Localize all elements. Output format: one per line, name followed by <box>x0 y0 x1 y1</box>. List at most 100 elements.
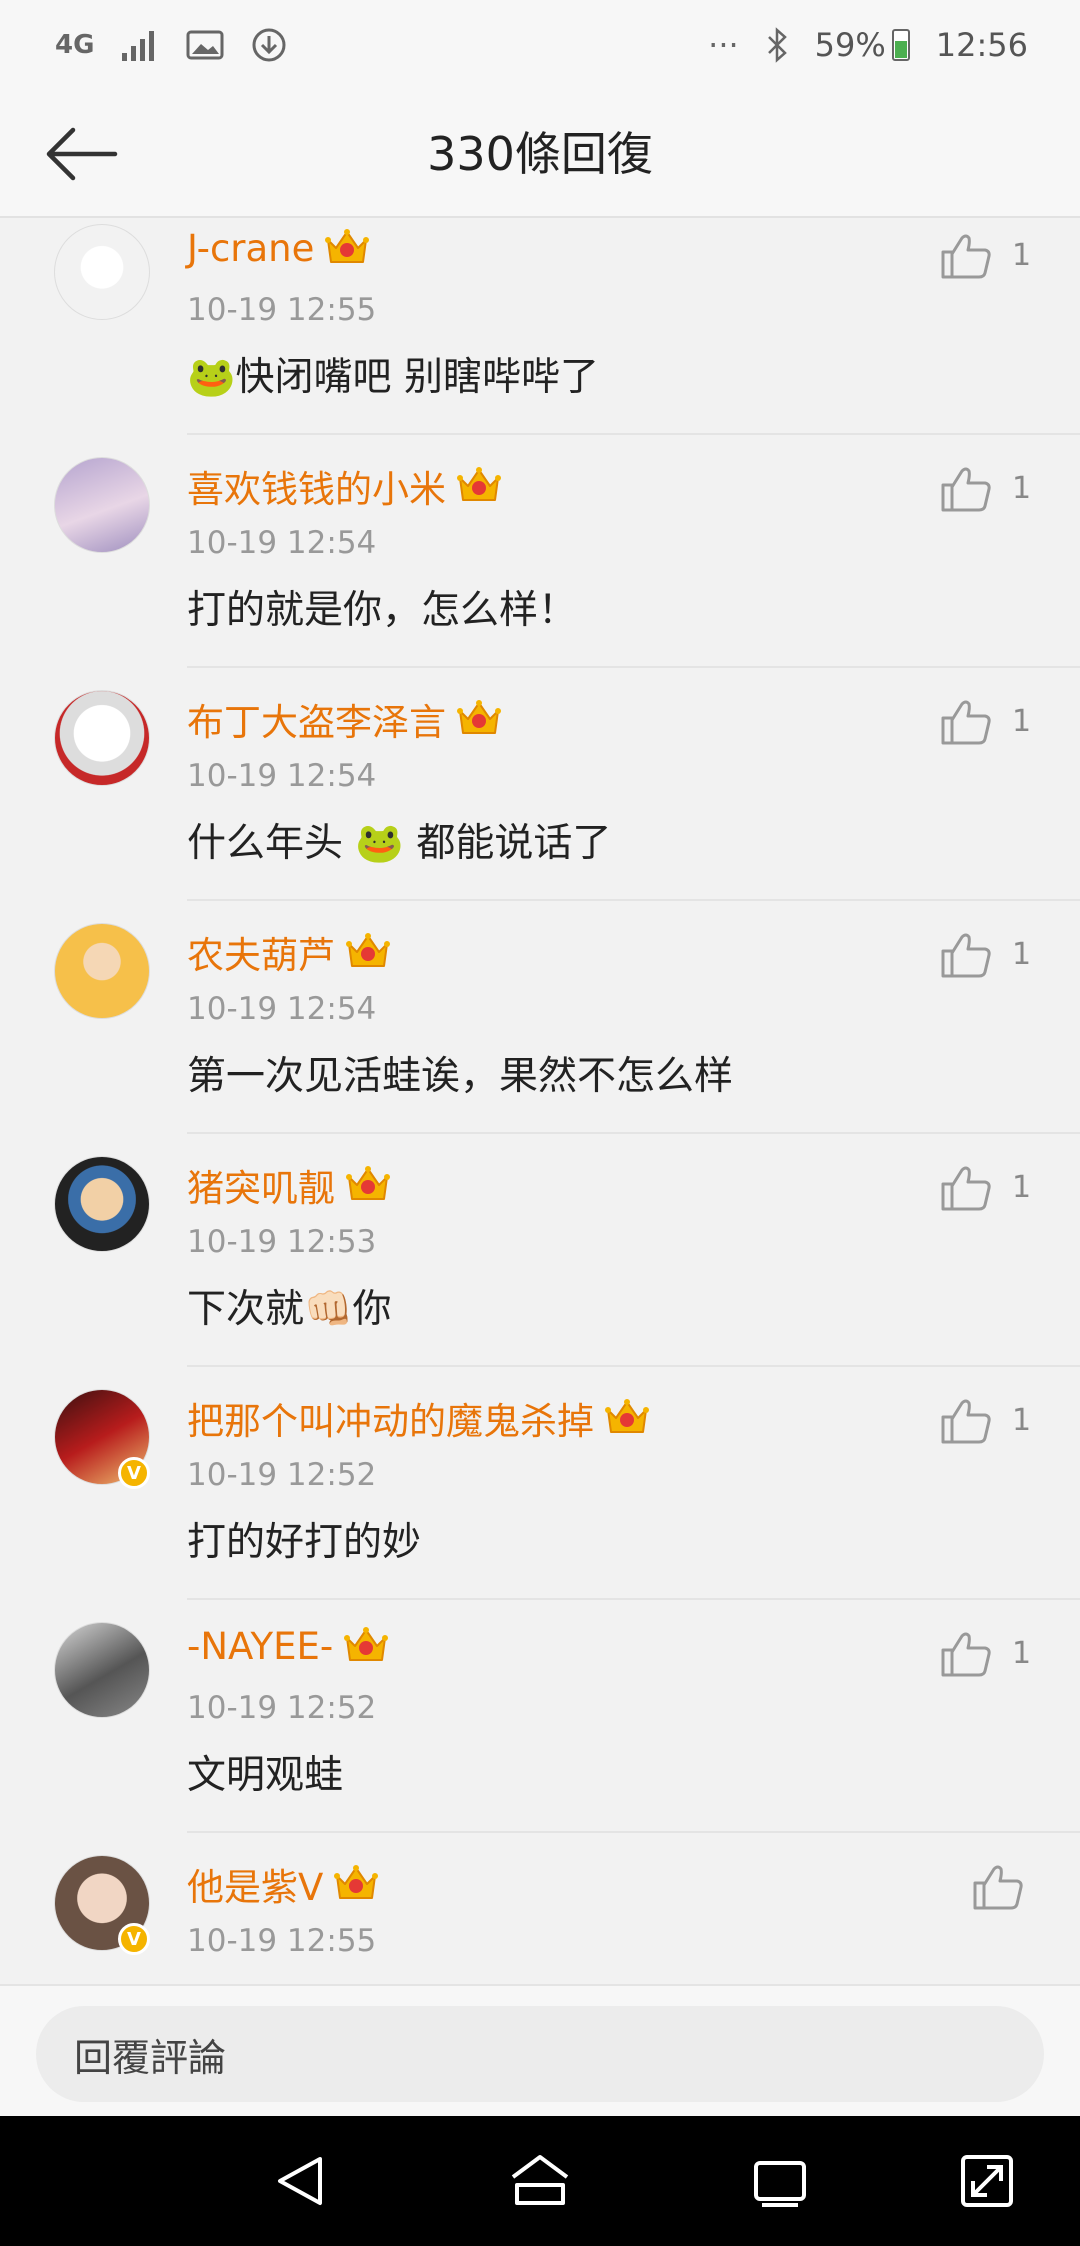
comment-item[interactable]: 猪突叽靓 10-19 12:53 下次就👊🏻你 1 <box>0 1134 1080 1367</box>
more-icon: ··· <box>708 26 739 64</box>
network-type-icon: 4G <box>55 30 95 60</box>
recents-icon <box>754 2161 806 2207</box>
home-icon <box>511 2155 569 2205</box>
thumbs-up-icon <box>940 700 992 750</box>
crown-badge-icon <box>456 697 502 741</box>
thumbs-up-icon <box>940 1632 992 1682</box>
status-left: 4G <box>55 26 288 64</box>
avatar[interactable] <box>54 457 150 553</box>
crown-badge-icon <box>345 1163 391 1207</box>
thumbs-up-icon <box>940 1399 992 1449</box>
nav-back-button[interactable] <box>265 2146 335 2216</box>
comment-text: 第一次见活蛙诶，果然不怎么样 <box>187 1054 734 1099</box>
username-text[interactable]: 布丁大盗李泽言 <box>187 692 446 746</box>
reply-bar: 回覆評論 <box>0 1984 1080 2116</box>
thumbs-up-icon <box>972 1865 1024 1915</box>
triangle-back-icon <box>278 2157 322 2205</box>
username[interactable]: 他是紫V <box>187 1857 379 1911</box>
like-button[interactable] <box>940 698 992 746</box>
comment-item[interactable]: 农夫葫芦 10-19 12:54 第一次见活蛙诶，果然不怎么样 1 <box>0 901 1080 1134</box>
title-bar: 330條回復 <box>0 90 1080 218</box>
username-text[interactable]: -NAYEE- <box>187 1625 333 1668</box>
username-text[interactable]: 喜欢钱钱的小米 <box>187 459 446 513</box>
crown-badge-icon <box>343 1624 389 1668</box>
avatar[interactable] <box>54 224 150 320</box>
comment-text: 下次就👊🏻你 <box>187 1287 392 1332</box>
comment-item[interactable]: 喜欢钱钱的小米 10-19 12:54 打的就是你，怎么样！ 1 <box>0 435 1080 668</box>
avatar[interactable] <box>54 923 150 1019</box>
like-count: 1 <box>1012 1636 1032 1671</box>
comment-time: 10-19 12:54 <box>187 991 377 1027</box>
crown-badge-icon <box>333 1862 379 1906</box>
username-text[interactable]: 把那个叫冲动的魔鬼杀掉 <box>187 1391 594 1445</box>
username[interactable]: -NAYEE- <box>187 1624 389 1668</box>
thumbs-up-icon <box>940 467 992 517</box>
like-button[interactable] <box>940 1630 992 1678</box>
screen: 4G ··· 59% 12:56 330條回復 J-crane 10-19 12… <box>0 0 1080 2246</box>
thumbs-up-icon <box>940 234 992 284</box>
comment-item[interactable]: -NAYEE- 10-19 12:52 文明观蛙 1 <box>0 1600 1080 1833</box>
like-count: 1 <box>1012 937 1032 972</box>
page-title: 330條回復 <box>427 127 653 181</box>
comment-list[interactable]: J-crane 10-19 12:55 🐸快闭嘴吧 别瞎哔哔了 1 喜欢钱钱的小米 10-… <box>0 218 1080 2083</box>
username[interactable]: 猪突叽靓 <box>187 1158 391 1212</box>
battery-percent: 59% <box>814 26 886 64</box>
reply-input[interactable]: 回覆評論 <box>36 2006 1044 2102</box>
system-nav-bar <box>0 2116 1080 2246</box>
comment-text: 打的好打的妙 <box>187 1520 422 1565</box>
comment-item[interactable]: V 把那个叫冲动的魔鬼杀掉 10-19 12:52 打的好打的妙 1 <box>0 1367 1080 1600</box>
username[interactable]: 喜欢钱钱的小米 <box>187 459 502 513</box>
username-text[interactable]: J-crane <box>187 227 314 270</box>
comment-time: 10-19 12:54 <box>187 525 377 561</box>
bluetooth-icon <box>765 27 789 63</box>
username[interactable]: 把那个叫冲动的魔鬼杀掉 <box>187 1391 650 1445</box>
username-text[interactable]: 他是紫V <box>187 1857 323 1911</box>
username-text[interactable]: 农夫葫芦 <box>187 925 335 979</box>
nav-expand-button[interactable] <box>952 2146 1022 2216</box>
like-button[interactable] <box>940 1164 992 1212</box>
crown-badge-icon <box>345 930 391 974</box>
comment-text: 🐸快闭嘴吧 别瞎哔哔了 <box>187 355 599 400</box>
crown-badge-icon <box>456 464 502 508</box>
thumbs-up-icon <box>940 1166 992 1216</box>
crown-badge-icon <box>604 1396 650 1440</box>
download-icon <box>250 26 288 64</box>
like-button[interactable] <box>940 1397 992 1445</box>
avatar[interactable] <box>54 690 150 786</box>
comment-time: 10-19 12:54 <box>187 758 377 794</box>
comment-item[interactable]: J-crane 10-19 12:55 🐸快闭嘴吧 别瞎哔哔了 1 <box>0 218 1080 435</box>
nav-home-button[interactable] <box>505 2146 575 2216</box>
battery-icon <box>891 29 910 61</box>
verified-badge-icon: V <box>118 1923 150 1955</box>
like-button[interactable] <box>972 1863 1024 1911</box>
avatar[interactable] <box>54 1622 150 1718</box>
expand-icon <box>961 2155 1013 2207</box>
comment-time: 10-19 12:52 <box>187 1457 377 1493</box>
like-count: 1 <box>1012 1170 1032 1205</box>
like-button[interactable] <box>940 465 992 513</box>
battery: 59% <box>815 26 910 64</box>
signal-icon <box>120 29 160 61</box>
nav-recents-button[interactable] <box>745 2146 815 2216</box>
username[interactable]: 农夫葫芦 <box>187 925 391 979</box>
verified-badge-icon: V <box>118 1457 150 1489</box>
thumbs-up-icon <box>940 933 992 983</box>
like-button[interactable] <box>940 232 992 280</box>
username[interactable]: 布丁大盗李泽言 <box>187 692 502 746</box>
like-button[interactable] <box>940 931 992 979</box>
status-right: ··· 59% 12:56 <box>708 26 1028 64</box>
username-text[interactable]: 猪突叽靓 <box>187 1158 335 1212</box>
comment-text: 文明观蛙 <box>187 1753 344 1798</box>
comment-time: 10-19 12:53 <box>187 1224 377 1260</box>
like-count: 1 <box>1012 1403 1032 1438</box>
username[interactable]: J-crane <box>187 226 370 270</box>
comment-time: 10-19 12:52 <box>187 1690 377 1726</box>
avatar[interactable] <box>54 1156 150 1252</box>
like-count: 1 <box>1012 704 1032 739</box>
comment-item[interactable]: 布丁大盗李泽言 10-19 12:54 什么年头 🐸 都能说话了 1 <box>0 668 1080 901</box>
clock: 12:56 <box>935 26 1028 64</box>
comment-time: 10-19 12:55 <box>187 1923 377 1959</box>
like-count: 1 <box>1012 238 1032 273</box>
comment-text: 什么年头 🐸 都能说话了 <box>187 821 612 866</box>
image-icon <box>186 29 224 61</box>
